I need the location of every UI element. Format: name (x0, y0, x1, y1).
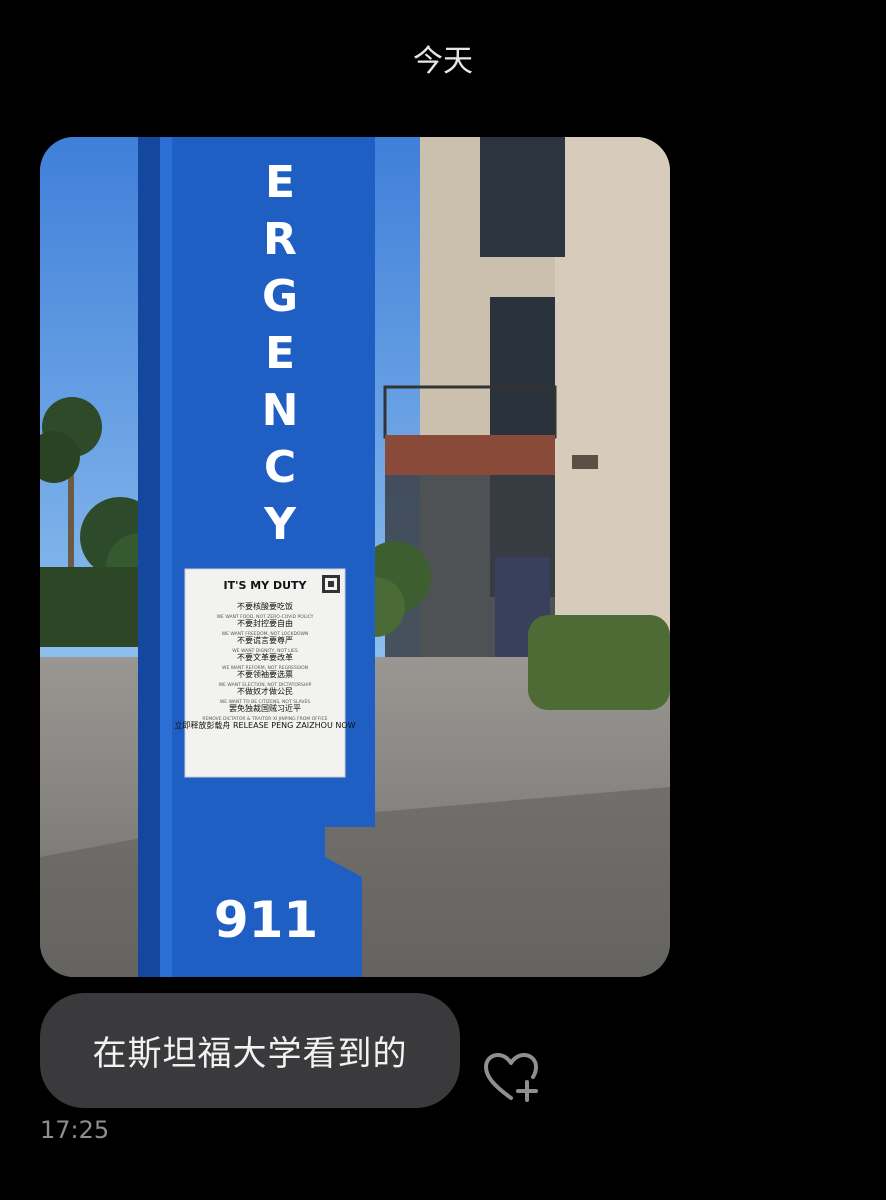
date-header: 今天 (413, 44, 473, 79)
poster-line: 不要领袖要选票 (237, 669, 293, 679)
poster-line: 不要封控要自由 (237, 618, 293, 628)
photo-bubble[interactable]: ERGENCY 911 IT'S MY DUTY 不要核酸要吃饭 WE WANT … (40, 137, 670, 977)
poster: IT'S MY DUTY 不要核酸要吃饭WE WANT FOOD, NOT ZE… (174, 568, 356, 778)
poster-line: 罢免独裁国贼习近平 (229, 703, 301, 713)
poster-line: 不要核酸要吃饭 (237, 601, 293, 611)
pillar-number: 911 (214, 891, 318, 949)
heart-plus-icon (484, 1053, 538, 1102)
poster-line: 不要文革要改革 (237, 652, 293, 662)
timestamp: 17:25 (40, 1116, 110, 1144)
message-bubble[interactable]: 在斯坦福大学看到的 (40, 993, 460, 1108)
poster-line: 不要谎言要尊严 (237, 635, 293, 645)
poster-title: IT'S MY DUTY (224, 579, 308, 592)
poster-line: 立即释放彭载舟 RELEASE PENG ZAIZHOU NOW (174, 720, 355, 730)
react-button[interactable] (483, 1052, 541, 1104)
poster-line: 不做奴才做公民 (237, 686, 293, 696)
building (383, 137, 670, 675)
photo: ERGENCY 911 IT'S MY DUTY 不要核酸要吃饭WE WANT … (40, 137, 670, 977)
pillar-text: ERGENCY (255, 157, 306, 556)
message-text: 在斯坦福大学看到的 (92, 1034, 408, 1074)
